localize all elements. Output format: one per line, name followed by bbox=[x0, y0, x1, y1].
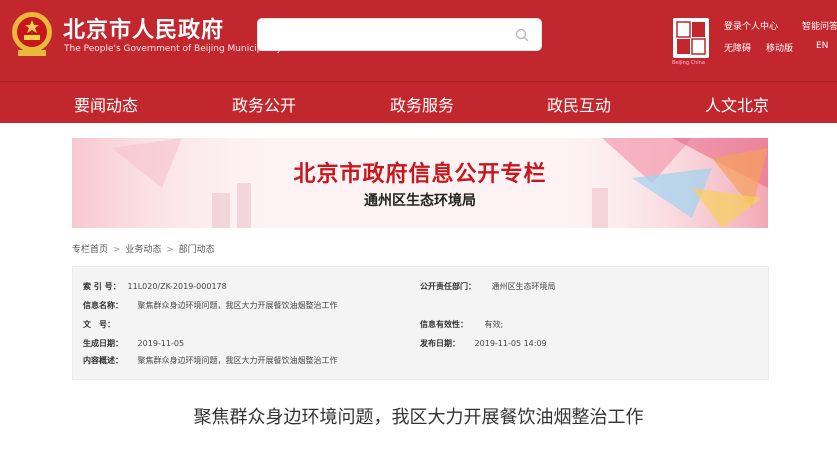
search-input[interactable] bbox=[257, 18, 542, 51]
summary-label: 内容概述： bbox=[83, 356, 123, 365]
responsible-dept-label: 公开责任部门： bbox=[420, 282, 476, 291]
nav-item-citizen-interaction[interactable]: 政民互动 bbox=[547, 92, 611, 116]
validity-value: 有效; bbox=[484, 320, 504, 329]
english-link[interactable]: EN bbox=[816, 41, 828, 51]
banner-subtitle: 通州区生态环境局 bbox=[364, 193, 476, 209]
info-name-row: 信息名称： 聚焦群众身边环境问题，我区大力开展餐饮油烟整治工作 bbox=[83, 300, 338, 311]
capital-logo-caption: Beijing China bbox=[672, 60, 705, 66]
validity-row: 信息有效性： 有效; bbox=[420, 319, 503, 330]
smart-qa-link[interactable]: 智能问答 bbox=[802, 19, 837, 32]
published-date-label: 发布日期： bbox=[420, 339, 460, 348]
summary-value: 聚焦群众身边环境问题，我区大力开展餐饮油烟整治工作 bbox=[137, 356, 338, 365]
site-title-english: The People's Government of Beijing Munic… bbox=[64, 44, 282, 54]
search-icon[interactable] bbox=[515, 28, 529, 42]
nav-item-government-services[interactable]: 政务服务 bbox=[390, 92, 454, 116]
nav-item-affairs-disclosure[interactable]: 政务公开 bbox=[232, 92, 296, 116]
document-info-panel: 索 引 号： 11L020/ZK-2019-000178 公开责任部门： 通州区… bbox=[72, 266, 769, 380]
banner-title: 北京市政府信息公开专栏 bbox=[293, 162, 547, 187]
national-emblem-icon[interactable] bbox=[10, 10, 54, 58]
breadcrumb-separator: > bbox=[112, 245, 121, 255]
column-banner: 北京市政府信息公开专栏 通州区生态环境局 bbox=[72, 138, 768, 228]
site-header: 北京市人民政府 The People's Government of Beiji… bbox=[0, 0, 837, 81]
published-date-value: 2019-11-05 14:09 bbox=[474, 339, 547, 348]
accessibility-link[interactable]: 无障碍 bbox=[724, 41, 751, 54]
breadcrumb-separator: > bbox=[166, 245, 174, 255]
document-number-label: 文 号： bbox=[83, 320, 115, 329]
responsible-dept-row: 公开责任部门： 通州区生态环境局 bbox=[420, 281, 556, 292]
breadcrumb: 专栏首页 > 业务动态 > 部门动态 bbox=[72, 242, 217, 255]
breadcrumb-department-news[interactable]: 部门动态 bbox=[179, 245, 215, 255]
index-number-row: 索 引 号： 11L020/ZK-2019-000178 bbox=[83, 281, 227, 292]
created-date-label: 生成日期： bbox=[83, 339, 123, 348]
info-name-label: 信息名称： bbox=[83, 301, 123, 310]
index-number-value: 11L020/ZK-2019-000178 bbox=[127, 282, 227, 291]
nav-item-humanities-beijing[interactable]: 人文北京 bbox=[705, 92, 769, 116]
published-date-row: 发布日期： 2019-11-05 14:09 bbox=[420, 338, 547, 349]
document-number-row: 文 号： bbox=[83, 319, 138, 330]
summary-row: 内容概述： 聚焦群众身边环境问题，我区大力开展餐饮油烟整治工作 bbox=[83, 355, 338, 366]
article-title: 聚焦群众身边环境问题，我区大力开展餐饮油烟整治工作 bbox=[193, 407, 644, 428]
breadcrumb-business-news[interactable]: 业务动态 bbox=[125, 245, 161, 255]
breadcrumb-home[interactable]: 专栏首页 bbox=[72, 245, 108, 255]
capital-logo-icon[interactable] bbox=[673, 18, 709, 58]
validity-label: 信息有效性： bbox=[420, 320, 468, 329]
login-link[interactable]: 登录个人中心 bbox=[724, 19, 778, 32]
main-nav: 要闻动态 政务公开 政务服务 政民互动 人文北京 bbox=[0, 81, 837, 123]
responsible-dept-value: 通州区生态环境局 bbox=[491, 282, 556, 291]
created-date-row: 生成日期： 2019-11-05 bbox=[83, 338, 184, 349]
mobile-version-link[interactable]: 移动版 bbox=[766, 41, 793, 54]
nav-item-news[interactable]: 要闻动态 bbox=[74, 92, 138, 116]
info-name-value: 聚焦群众身边环境问题，我区大力开展餐饮油烟整治工作 bbox=[137, 301, 338, 310]
site-title[interactable]: 北京市人民政府 bbox=[63, 12, 224, 44]
index-number-label: 索 引 号： bbox=[83, 282, 121, 291]
created-date-value: 2019-11-05 bbox=[137, 339, 185, 348]
